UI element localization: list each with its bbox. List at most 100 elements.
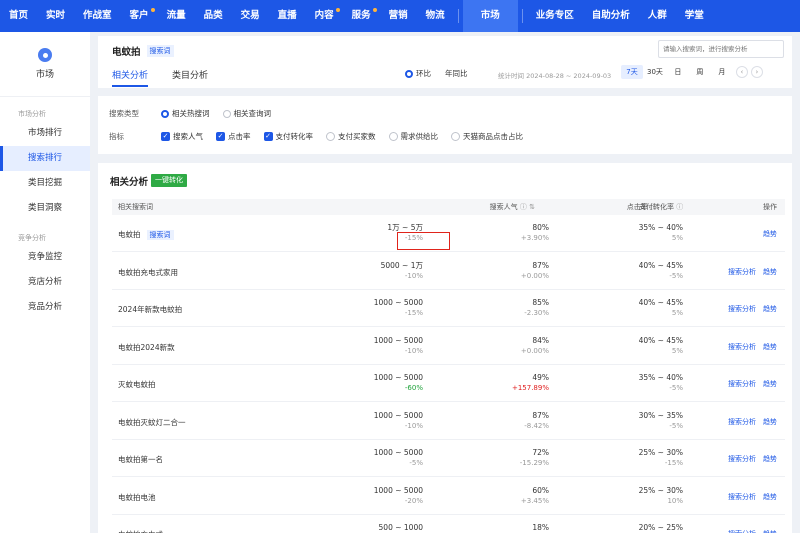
nav-item[interactable]: 学堂 — [676, 0, 713, 32]
cvr-change: -5% — [669, 421, 683, 430]
trend-link[interactable]: 趋势 — [763, 304, 777, 314]
keyword-cell[interactable]: 电蚊拍第一名 — [118, 454, 163, 465]
checkbox-empty-icon — [451, 132, 460, 141]
search-analysis-link[interactable]: 搜索分析 — [728, 379, 756, 389]
row-actions: 搜索分析趋势 — [721, 454, 777, 464]
nav-item[interactable]: 直播 — [269, 0, 306, 32]
nav-item[interactable]: 品类 — [195, 0, 232, 32]
nav-item[interactable]: 服务 — [343, 0, 380, 32]
keyword-cell[interactable]: 灭蚊电蚊拍 — [118, 379, 156, 390]
sidebar-item[interactable]: 类目挖掘 — [0, 171, 90, 196]
nav-item[interactable]: 市场 — [462, 0, 518, 32]
tab-category-analysis[interactable]: 类目分析 — [172, 68, 208, 81]
trend-link[interactable]: 趋势 — [763, 267, 777, 277]
cvr-change: 10% — [667, 496, 683, 505]
option-query-terms[interactable]: 相关查询词 — [222, 108, 271, 119]
keyword-cell[interactable]: 电蚊拍灭蚊灯二合一 — [118, 417, 186, 428]
metric-checkbox[interactable]: ✓ 支付转化率 — [263, 131, 313, 142]
keyword-cell[interactable]: 电蚊拍2024新款 — [118, 342, 175, 353]
range-button[interactable]: 月 — [711, 65, 733, 79]
radio-yoy-label[interactable]: 年同比 — [445, 68, 468, 79]
search-analysis-link[interactable]: 搜索分析 — [728, 342, 756, 352]
row-actions: 搜索分析趋势 — [721, 379, 777, 389]
search-analysis-link[interactable]: 搜索分析 — [728, 529, 756, 533]
range-button[interactable]: 日 — [667, 65, 689, 79]
keyword-cell[interactable]: 电蚊拍电池 — [118, 492, 156, 503]
metric-checkbox[interactable]: 天猫商品点击占比 — [451, 131, 523, 142]
sidebar-item[interactable]: 竞品分析 — [0, 295, 90, 320]
radio-mom[interactable] — [405, 69, 413, 78]
nav-item[interactable]: 实时 — [37, 0, 74, 32]
keyword-title: 电蚊拍 — [112, 47, 141, 58]
metric-checkbox[interactable]: 需求供给比 — [388, 131, 438, 142]
range-button[interactable]: 周 — [689, 65, 711, 79]
trend-link[interactable]: 趋势 — [763, 492, 777, 502]
col-cvr[interactable]: 支付转化率 ⓘ — [639, 199, 683, 215]
search-type-label: 搜索类型 — [109, 109, 139, 118]
search-analysis-link[interactable]: 搜索分析 — [728, 267, 756, 277]
trend-link[interactable]: 趋势 — [763, 454, 777, 464]
tab-related-analysis[interactable]: 相关分析 — [112, 68, 148, 81]
sidebar-item[interactable]: 竞争监控 — [0, 245, 90, 270]
metric-checkbox[interactable]: ✓ 点击率 — [216, 131, 251, 142]
keyword-cell[interactable]: 电蚊拍 搜索词 — [118, 229, 174, 240]
nav-item[interactable]: 自助分析 — [583, 0, 639, 32]
cvr-cell: 40% ~ 45% -5% — [638, 260, 683, 280]
option-hot-terms[interactable]: 相关热搜词 — [161, 108, 210, 119]
search-analysis-link[interactable]: 搜索分析 — [728, 417, 756, 427]
nav-item[interactable]: 作战室 — [74, 0, 121, 32]
keyword-cell[interactable]: 2024年新款电蚊拍 — [118, 304, 182, 315]
ctr-change: -2.30% — [524, 309, 549, 317]
search-analysis-link[interactable]: 搜索分析 — [728, 304, 756, 314]
compare-radio-group: 环比 年同比 — [405, 68, 468, 79]
sidebar-item[interactable]: 类目洞察 — [0, 196, 90, 221]
sidebar-item[interactable]: 搜索排行 — [0, 146, 90, 171]
search-input[interactable] — [663, 45, 771, 53]
metrics-label: 指标 — [109, 132, 124, 141]
nav-item[interactable]: 流量 — [158, 0, 195, 32]
nav-item[interactable]: 人群 — [639, 0, 676, 32]
trend-link[interactable]: 趋势 — [763, 342, 777, 352]
range-button[interactable]: 30天 — [643, 65, 667, 79]
trend-link[interactable]: 趋势 — [763, 379, 777, 389]
cvr-cell: 35% ~ 40% -5% — [638, 373, 683, 392]
nav-item[interactable]: 交易 — [232, 0, 269, 32]
keyword-cell[interactable]: 电蚊拍充电式 — [118, 529, 163, 533]
nav-item[interactable]: 营销 — [380, 0, 417, 32]
ctr-cell: 18%-59.09% — [532, 523, 549, 532]
keyword-type-tag[interactable]: 搜索词 — [146, 45, 174, 57]
nav-item[interactable]: 物流 — [417, 0, 454, 32]
ctr-cell: 80% +3.90% — [520, 223, 549, 242]
nav-item[interactable]: 内容 — [306, 0, 343, 32]
keyword-search-box[interactable] — [658, 40, 784, 58]
nav-item[interactable]: 客户 — [121, 0, 158, 32]
ctr-cell: 72% -15.29% — [519, 448, 549, 467]
trend-link[interactable]: 趋势 — [763, 229, 777, 239]
metric-checkbox[interactable]: 支付买家数 — [326, 131, 376, 142]
search-analysis-link[interactable]: 搜索分析 — [728, 454, 756, 464]
search-type-row: 搜索类型 相关热搜词 相关查询词 — [109, 108, 284, 119]
col-popularity[interactable]: 搜索人气 ⓘ ⇅ — [490, 199, 535, 215]
keyword-cell[interactable]: 电蚊拍充电式家用 — [118, 267, 178, 278]
radio-mom-label[interactable]: 环比 — [416, 68, 431, 79]
chevron-left-icon[interactable]: ‹ — [735, 66, 748, 78]
trend-link[interactable]: 趋势 — [763, 529, 777, 533]
row-actions: 搜索分析趋势 — [721, 267, 777, 277]
popularity-cell: 1000 ~ 5000 -15% — [373, 298, 423, 317]
checkbox-checked-icon: ✓ — [216, 132, 225, 141]
range-button[interactable]: 7天 — [621, 65, 643, 79]
cvr-cell: 25% ~ 30% 10% — [638, 485, 683, 505]
one-click-convert-button[interactable]: 一键转化 — [151, 174, 187, 187]
metric-label: 天猫商品点击占比 — [463, 132, 523, 141]
trend-link[interactable]: 趋势 — [763, 417, 777, 427]
metric-checkbox[interactable]: ✓ 搜索人气 — [161, 131, 203, 142]
nav-item[interactable]: 业务专区 — [527, 0, 583, 32]
search-analysis-link[interactable]: 搜索分析 — [728, 492, 756, 502]
popularity-cell: 1000 ~ 5000 -10% — [373, 410, 423, 430]
sidebar-item[interactable]: 市场排行 — [0, 121, 90, 146]
keyword-tag: 搜索词 — [146, 230, 174, 240]
cvr-cell: 35% ~ 40% 5% — [638, 223, 683, 242]
nav-item[interactable]: 首页 — [0, 0, 37, 32]
chevron-right-icon[interactable]: › — [750, 66, 763, 78]
sidebar-item[interactable]: 竞店分析 — [0, 270, 90, 295]
